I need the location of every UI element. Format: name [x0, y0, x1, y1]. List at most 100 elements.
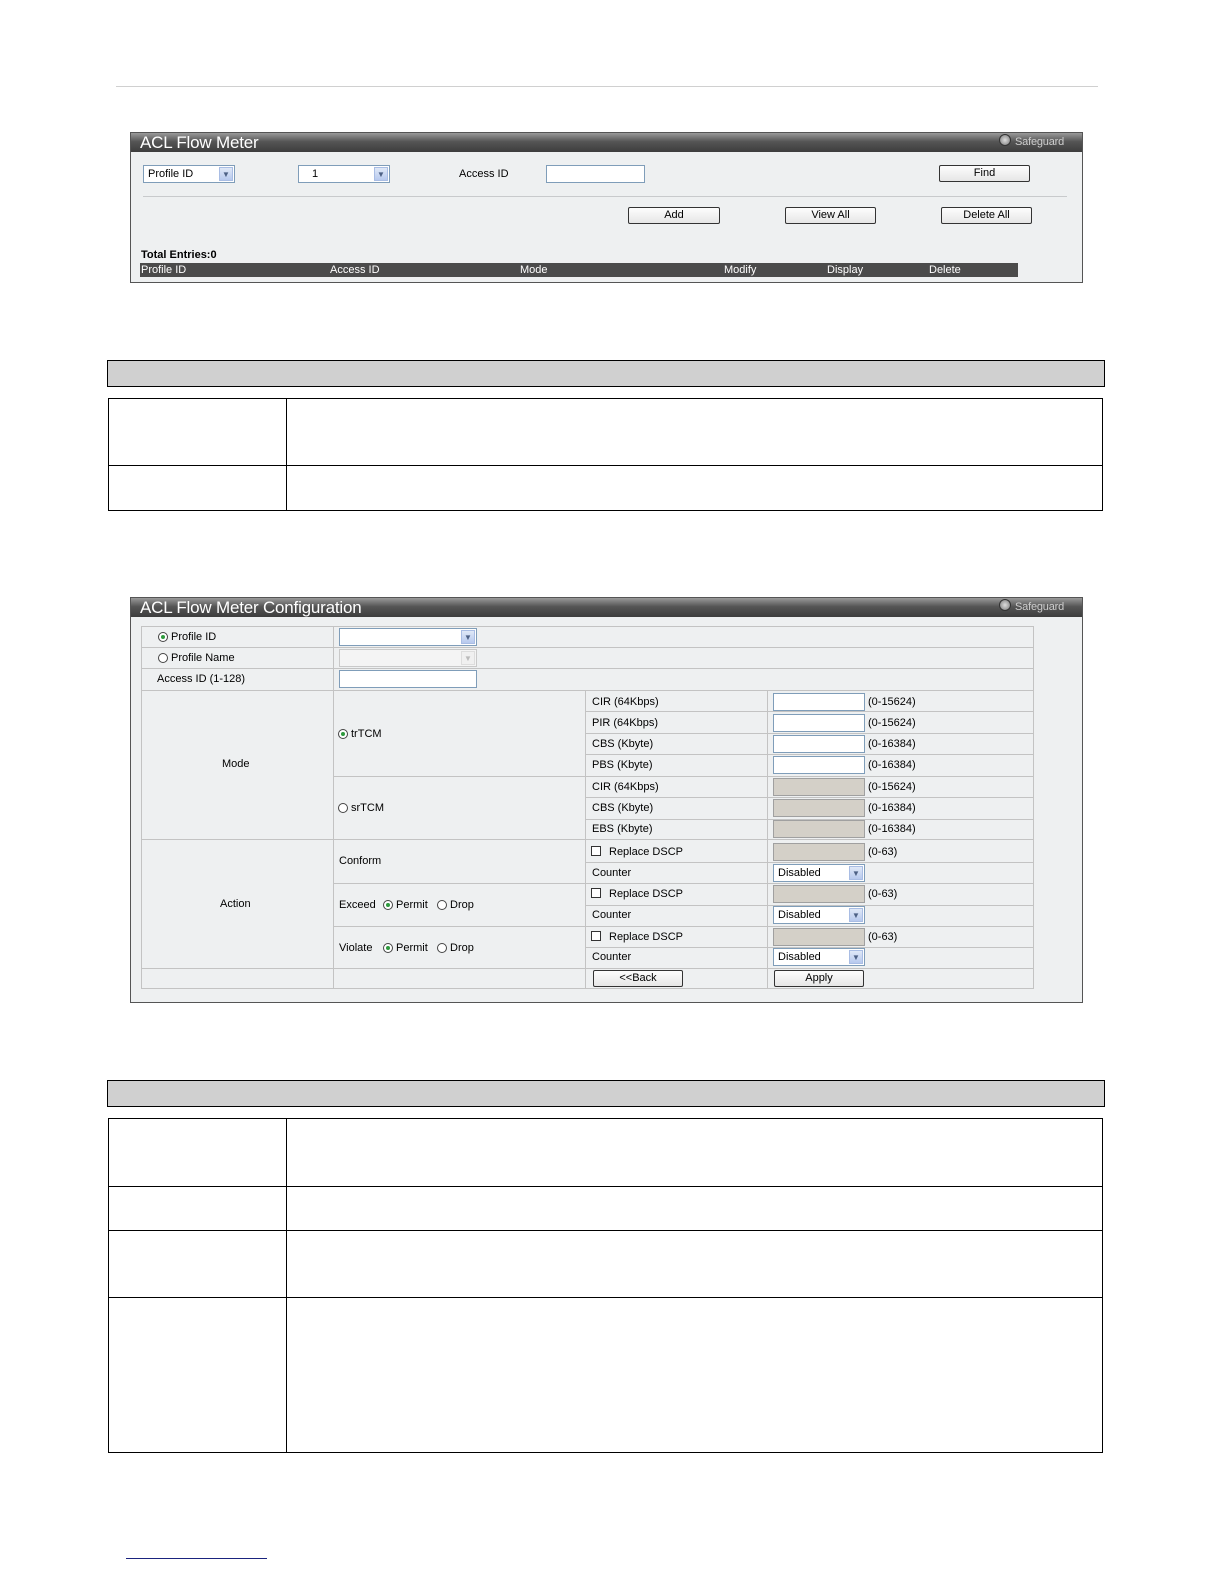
radio-unselected-icon — [158, 653, 168, 663]
header-rule — [116, 86, 1098, 87]
doc-cell — [108, 1297, 287, 1453]
violate-counter-label: Counter — [592, 951, 632, 963]
doc-cell — [286, 1297, 1103, 1453]
profile-id-radio[interactable]: Profile ID — [158, 630, 216, 644]
srtcm-cir-input[interactable] — [773, 778, 865, 796]
trtcm-pbs-input[interactable] — [773, 756, 865, 774]
profile-type-value: Profile ID — [148, 168, 194, 180]
radio-unselected-icon — [437, 943, 447, 953]
cell — [141, 968, 334, 989]
exceed-drop-radio[interactable]: Drop — [437, 898, 474, 912]
doc-table-1 — [108, 398, 1103, 511]
footer-rule — [126, 1558, 267, 1559]
violate-counter-select[interactable]: Disabled ▼ — [773, 948, 865, 966]
srtcm-ebs-label: EBS (Kbyte) — [592, 823, 653, 835]
col-profile-id: Profile ID — [141, 264, 187, 276]
safeguard-label: Safeguard — [1015, 601, 1064, 613]
exceed-replace-dscp-checkbox[interactable]: Replace DSCP — [591, 887, 683, 901]
exceed-dscp-range: (0-63) — [868, 888, 898, 900]
srtcm-cir-label: CIR (64Kbps) — [592, 781, 659, 793]
drop-label: Drop — [450, 899, 474, 911]
col-display: Display — [827, 264, 864, 276]
trtcm-cir-input[interactable] — [773, 693, 865, 711]
col-delete: Delete — [929, 264, 961, 276]
doc-cell — [108, 1230, 287, 1298]
profile-name-label: Profile Name — [171, 652, 235, 664]
violate-drop-radio[interactable]: Drop — [437, 941, 474, 955]
chevron-down-icon: ▼ — [461, 630, 475, 644]
col-modify: Modify — [724, 264, 757, 276]
chevron-down-icon: ▼ — [849, 866, 863, 880]
srtcm-ebs-input[interactable] — [773, 820, 865, 838]
mode-label: Mode — [222, 758, 250, 770]
profile-name-radio[interactable]: Profile Name — [158, 651, 235, 665]
exceed-dscp-input[interactable] — [773, 885, 865, 903]
radio-selected-icon — [338, 729, 348, 739]
profile-id-label: Profile ID — [171, 631, 217, 643]
panel-title-bar: ACL Flow Meter Configuration Safeguard — [131, 598, 1082, 617]
profile-id-dropdown[interactable]: ▼ — [339, 628, 477, 646]
conform-dscp-input[interactable] — [773, 843, 865, 861]
find-button[interactable]: Find — [939, 165, 1030, 182]
acl-flow-meter-panel: ACL Flow Meter Safeguard — [130, 132, 1083, 283]
cell — [333, 968, 586, 989]
trtcm-pir-input[interactable] — [773, 714, 865, 732]
doc-cell — [286, 398, 1103, 466]
checkbox-icon — [591, 931, 601, 941]
conform-counter-select[interactable]: Disabled ▼ — [773, 864, 865, 882]
counter-value: Disabled — [778, 951, 821, 963]
trtcm-cir-label: CIR (64Kbps) — [592, 696, 659, 708]
radio-unselected-icon — [338, 803, 348, 813]
safeguard-icon — [999, 599, 1012, 611]
apply-button[interactable]: Apply — [774, 970, 864, 987]
trtcm-radio[interactable]: trTCM — [338, 727, 382, 741]
trtcm-pir-label: PIR (64Kbps) — [592, 717, 659, 729]
srtcm-cbs-input[interactable] — [773, 799, 865, 817]
doc-cell — [108, 398, 287, 466]
doc-cell — [108, 465, 287, 511]
panel1-divider — [143, 196, 1067, 197]
view-all-button[interactable]: View All — [785, 207, 876, 224]
profile-name-dropdown[interactable]: ▼ — [339, 649, 477, 667]
conform-dscp-range: (0-63) — [868, 846, 898, 858]
exceed-counter-select[interactable]: Disabled ▼ — [773, 906, 865, 924]
exceed-permit-radio[interactable]: Permit — [383, 898, 428, 912]
action-label: Action — [220, 898, 251, 910]
profile-id-select[interactable]: 1 ▼ — [298, 165, 390, 183]
doc-table-2 — [108, 1118, 1103, 1453]
radio-unselected-icon — [437, 900, 447, 910]
doc-cell — [286, 1186, 1103, 1231]
panel-title: ACL Flow Meter Configuration — [140, 598, 362, 617]
violate-dscp-input[interactable] — [773, 928, 865, 946]
violate-dscp-range: (0-63) — [868, 931, 898, 943]
doc-cell — [108, 1118, 287, 1187]
srtcm-radio[interactable]: srTCM — [338, 801, 384, 815]
delete-all-button[interactable]: Delete All — [941, 207, 1032, 224]
violate-replace-dscp-checkbox[interactable]: Replace DSCP — [591, 930, 683, 944]
radio-selected-icon — [383, 900, 393, 910]
doc-table-1-header — [107, 360, 1105, 387]
conform-replace-dscp-checkbox[interactable]: Replace DSCP — [591, 845, 683, 859]
trtcm-pbs-label: PBS (Kbyte) — [592, 759, 653, 771]
access-id-input[interactable] — [339, 670, 477, 688]
add-button[interactable]: Add — [628, 207, 720, 224]
profile-type-select[interactable]: Profile ID ▼ — [143, 165, 235, 183]
trtcm-pir-range: (0-15624) — [868, 717, 916, 729]
chevron-down-icon: ▼ — [849, 950, 863, 964]
chevron-down-icon: ▼ — [374, 167, 388, 181]
trtcm-cbs-input[interactable] — [773, 735, 865, 753]
safeguard-indicator: Safeguard — [999, 133, 1064, 152]
permit-label: Permit — [396, 942, 428, 954]
safeguard-indicator: Safeguard — [999, 598, 1064, 617]
srtcm-cbs-range: (0-16384) — [868, 802, 916, 814]
violate-permit-radio[interactable]: Permit — [383, 941, 428, 955]
doc-cell — [286, 465, 1103, 511]
conform-counter-label: Counter — [592, 867, 632, 879]
exceed-label: Exceed — [339, 899, 376, 911]
total-entries: Total Entries:0 — [141, 249, 217, 261]
permit-label: Permit — [396, 899, 428, 911]
replace-dscp-label: Replace DSCP — [609, 931, 683, 943]
access-id-input[interactable] — [546, 165, 645, 183]
back-button[interactable]: <<Back — [593, 970, 683, 987]
counter-value: Disabled — [778, 867, 821, 879]
